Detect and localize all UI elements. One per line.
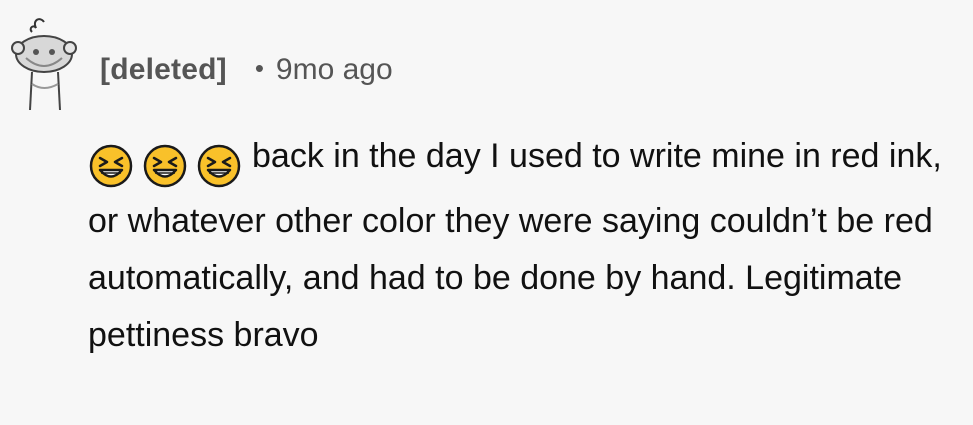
comment-body: back in the day I used to write mine in … (88, 128, 948, 364)
comment-header: [deleted] • 9mo ago (100, 48, 393, 92)
timestamp[interactable]: 9mo ago (276, 53, 393, 87)
laughing-face-icon (143, 144, 187, 188)
laughing-face-icon (89, 144, 133, 188)
author-name[interactable]: [deleted] (100, 53, 227, 87)
emoji-group (88, 136, 242, 193)
snoo-avatar-icon[interactable] (6, 14, 82, 114)
separator-dot: • (254, 52, 264, 83)
comment: [deleted] • 9mo ago back in the day I us… (0, 0, 973, 425)
laughing-face-icon (197, 144, 241, 188)
